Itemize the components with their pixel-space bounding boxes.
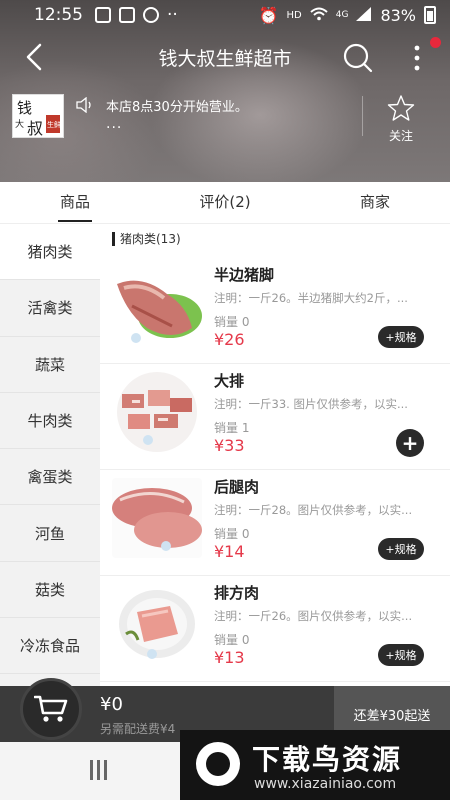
product-price: ¥33 xyxy=(214,436,245,455)
hd-indicator: HD xyxy=(286,9,302,21)
category-item-beef[interactable]: 牛肉类 xyxy=(0,393,100,450)
category-sidebar: 猪肉类 活禽类 蔬菜 牛肉类 禽蛋类 河鱼 菇类 冷冻食品 xyxy=(0,224,100,686)
cart-icon xyxy=(34,695,68,722)
category-item-eggs[interactable]: 禽蛋类 xyxy=(0,449,100,506)
product-item[interactable]: 后腿肉 注明：一斤28。图片仅供参考，以实... 销量 0 ¥14 +规格 xyxy=(100,470,450,576)
more-vertical-icon xyxy=(414,45,420,71)
store-header: 12:55 ·· ⏰ HD 4G 83% 钱大叔生鲜超市 钱 大 叔 生鲜 本店… xyxy=(0,0,450,182)
product-item[interactable]: 大排 注明：一斤33. 图片仅供参考，以实... 销量 1 ¥33 + xyxy=(100,364,450,470)
product-item[interactable]: 半边猪脚 注明：一斤26。半边猪脚大约2斤，... 销量 0 ¥26 +规格 xyxy=(100,258,450,364)
gallery-icon xyxy=(95,7,111,23)
select-spec-button[interactable]: +规格 xyxy=(378,644,424,666)
category-item-poultry[interactable]: 活禽类 xyxy=(0,280,100,337)
recent-apps-button[interactable] xyxy=(90,760,112,780)
product-image xyxy=(112,584,202,664)
tab-reviews[interactable]: 评价(2) xyxy=(150,182,300,223)
wifi-icon xyxy=(310,6,328,25)
product-sales: 销量 0 xyxy=(214,315,250,329)
account-icon xyxy=(143,7,159,23)
battery-icon xyxy=(424,6,436,24)
follow-label: 关注 xyxy=(388,129,413,143)
header-divider xyxy=(362,96,363,136)
nav-bar: 钱大叔生鲜超市 xyxy=(0,32,450,82)
svg-text:大: 大 xyxy=(15,118,24,130)
s-app-icon xyxy=(119,7,135,23)
status-bar: 12:55 ·· ⏰ HD 4G 83% xyxy=(0,0,450,30)
product-price: ¥13 xyxy=(214,648,245,667)
product-price: ¥14 xyxy=(214,542,245,561)
speaker-icon xyxy=(76,96,94,114)
product-name: 大排 xyxy=(214,372,245,390)
select-spec-button[interactable]: +规格 xyxy=(378,326,424,348)
watermark-title: 下载鸟资源 xyxy=(252,743,403,776)
cart-button[interactable] xyxy=(20,678,82,740)
watermark-logo xyxy=(196,742,240,786)
store-logo: 钱 大 叔 生鲜 xyxy=(12,94,64,138)
delivery-fee: 另需配送费¥4 xyxy=(100,722,176,736)
category-item-vegetables[interactable]: 蔬菜 xyxy=(0,337,100,393)
product-price: ¥26 xyxy=(214,330,245,349)
product-note: 注明：一斤33. 图片仅供参考，以实... xyxy=(214,397,408,411)
product-image xyxy=(112,478,202,558)
select-spec-button[interactable]: +规格 xyxy=(378,538,424,560)
notice-more[interactable]: ... xyxy=(106,116,122,132)
svg-text:生鲜: 生鲜 xyxy=(47,120,61,129)
section-title: 猪肉类(13) xyxy=(112,232,181,246)
product-item[interactable]: 排方肉 注明：一斤26。图片仅供参考，以实... 销量 0 ¥13 +规格 xyxy=(100,576,450,682)
star-icon xyxy=(387,95,415,121)
battery-percent: 83% xyxy=(380,5,416,25)
more-menu-button[interactable] xyxy=(402,40,432,76)
product-note: 注明：一斤28。图片仅供参考，以实... xyxy=(214,503,413,517)
add-to-cart-button[interactable]: + xyxy=(396,429,424,457)
category-item-pork[interactable]: 猪肉类 xyxy=(0,224,100,281)
svg-text:叔: 叔 xyxy=(27,119,43,137)
tab-merchant[interactable]: 商家 xyxy=(300,182,450,223)
notification-dot xyxy=(430,37,441,48)
category-item-mushrooms[interactable]: 菇类 xyxy=(0,562,100,619)
signal-4g-label: 4G xyxy=(335,10,349,20)
watermark: 下载鸟资源 www.xiazainiao.com xyxy=(180,730,450,800)
category-item-frozen[interactable]: 冷冻食品 xyxy=(0,618,100,675)
signal-icon xyxy=(356,6,372,25)
svg-text:钱: 钱 xyxy=(17,99,32,117)
product-name: 后腿肉 xyxy=(214,478,260,496)
follow-button[interactable]: 关注 xyxy=(384,95,418,144)
status-time: 12:55 xyxy=(34,5,83,25)
product-sales: 销量 0 xyxy=(214,527,250,541)
product-note: 注明：一斤26。图片仅供参考，以实... xyxy=(214,609,413,623)
search-icon xyxy=(343,43,373,73)
product-name: 排方肉 xyxy=(214,584,260,602)
product-name: 半边猪脚 xyxy=(214,266,275,284)
product-note: 注明：一斤26。半边猪脚大约2斤，... xyxy=(214,291,408,305)
more-notifications-icon: ·· xyxy=(167,5,178,25)
cart-total: ¥0 xyxy=(100,694,123,715)
alarm-icon: ⏰ xyxy=(258,5,279,25)
product-image xyxy=(112,372,202,452)
tab-products[interactable]: 商品 xyxy=(0,182,150,223)
product-list: 猪肉类(13) 半边猪脚 注明：一斤26。半边猪脚大约2斤，... 销量 0 ¥… xyxy=(100,224,450,686)
category-item-river-fish[interactable]: 河鱼 xyxy=(0,505,100,562)
store-notice: 本店8点30分开始营业。 xyxy=(106,100,248,115)
tab-bar: 商品 评价(2) 商家 xyxy=(0,182,450,224)
product-sales: 销量 0 xyxy=(214,633,250,647)
watermark-url: www.xiazainiao.com xyxy=(254,776,397,792)
product-sales: 销量 1 xyxy=(214,421,250,435)
search-button[interactable] xyxy=(340,40,376,76)
page-title: 钱大叔生鲜超市 xyxy=(158,48,292,70)
product-image xyxy=(112,266,202,346)
